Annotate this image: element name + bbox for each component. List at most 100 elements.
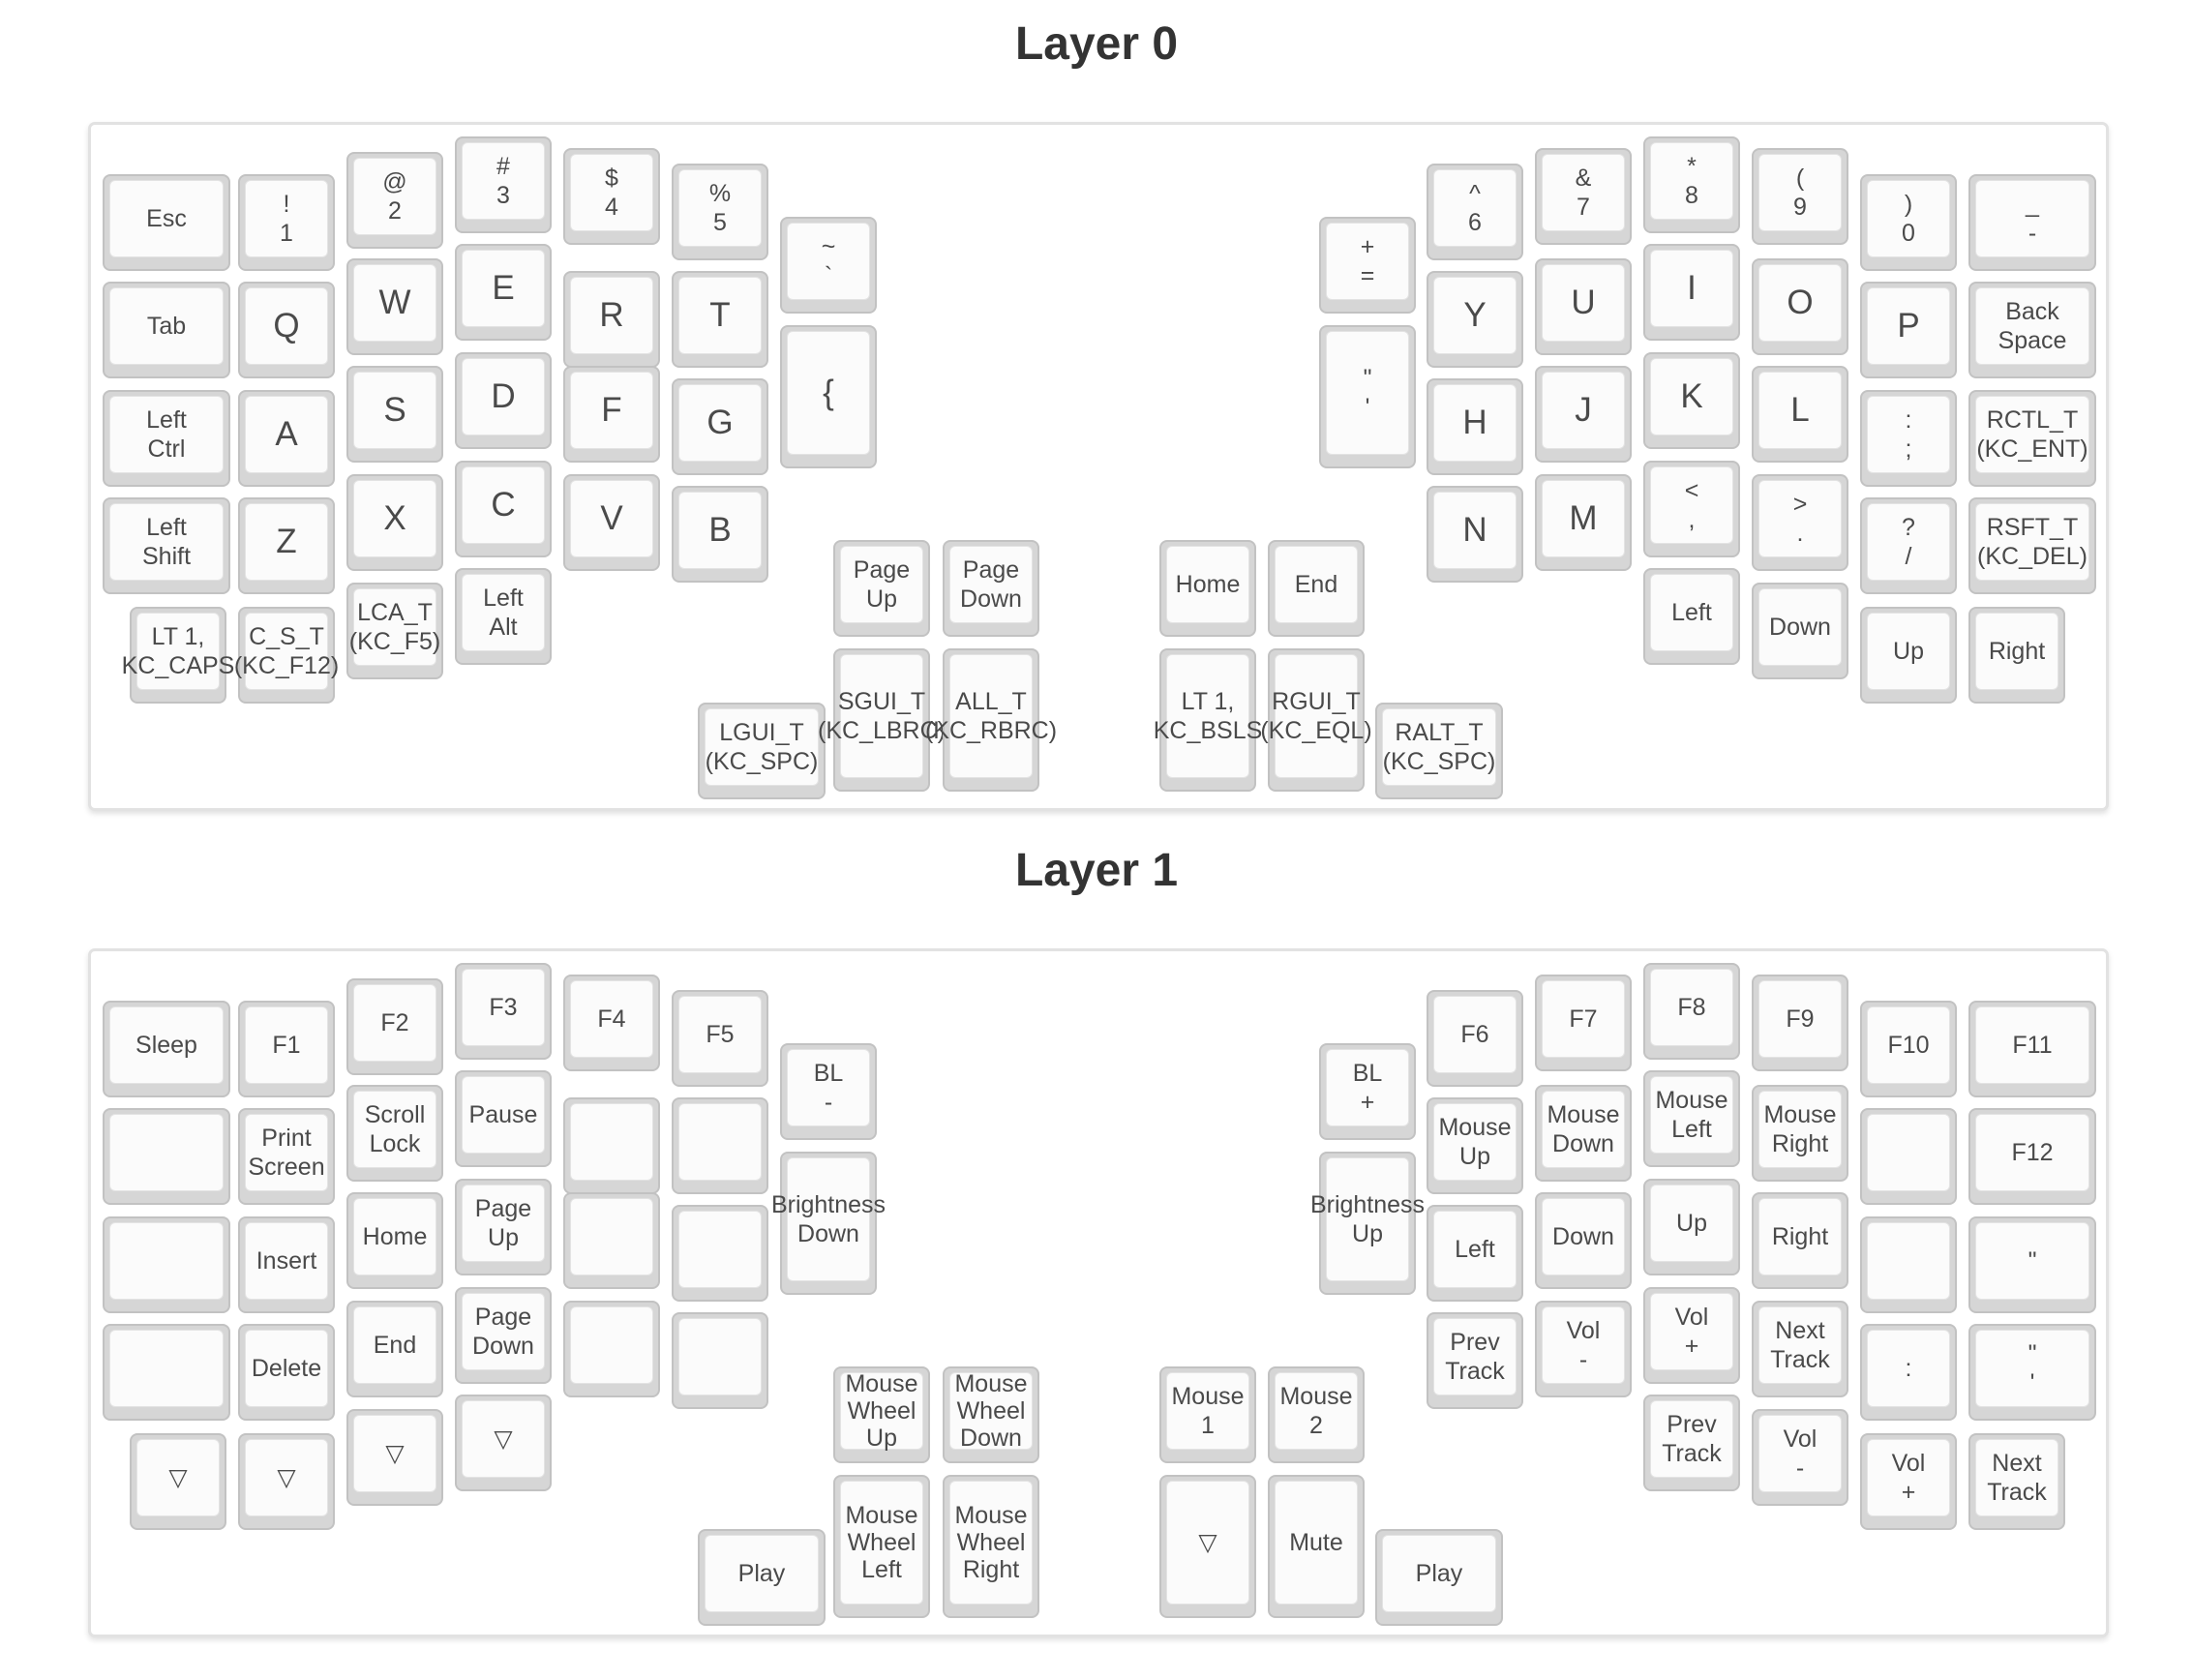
- key: (9: [1752, 148, 1848, 245]
- key-label: End: [1294, 571, 1338, 598]
- keycap: [570, 1198, 653, 1275]
- key: Mouse Wheel Left: [833, 1475, 930, 1618]
- key: Mouse Left: [1643, 1070, 1740, 1167]
- key: B: [672, 486, 768, 583]
- keycap: D: [462, 358, 545, 435]
- keycap: ) 0: [1867, 180, 1950, 257]
- key: <,: [1643, 461, 1740, 557]
- keycap: ALL_T (KC_RBRC): [925, 654, 1057, 778]
- keycap: [678, 1318, 762, 1395]
- key-label: Home: [1175, 571, 1241, 598]
- key-label: J: [1575, 391, 1592, 429]
- keycap: Home: [353, 1198, 436, 1275]
- key: [672, 1097, 768, 1194]
- key-label: +: [1360, 233, 1375, 260]
- key: G: [672, 378, 768, 475]
- key-label: -: [824, 1089, 833, 1116]
- key: [672, 1205, 768, 1302]
- keycap: Mute: [1275, 1481, 1358, 1605]
- key: Home: [1159, 540, 1256, 637]
- key-label: Left: [146, 406, 187, 434]
- key-label: ): [1904, 191, 1913, 218]
- key-label: Up: [1676, 1210, 1707, 1237]
- key: RSFT_T (KC_DEL): [1968, 497, 2096, 594]
- key-label: Brightness: [1309, 1191, 1426, 1218]
- key-label: ": [2028, 1340, 2037, 1367]
- key: Vol +: [1643, 1287, 1740, 1384]
- key-label: D: [491, 377, 516, 415]
- key: Print Screen: [238, 1108, 335, 1205]
- key: Play: [698, 1529, 826, 1626]
- key-label: U: [1571, 284, 1596, 321]
- key: LT 1, KC_CAPS: [122, 607, 234, 704]
- key-label: V: [600, 499, 623, 537]
- keycap: H: [1433, 384, 1517, 462]
- key-label: F7: [1569, 1005, 1598, 1033]
- key: Back Space: [1968, 282, 2096, 378]
- key: Q: [238, 282, 335, 378]
- key-label: Mouse: [845, 1370, 918, 1397]
- keycap: F10: [1867, 1006, 1950, 1084]
- keycap: [678, 1103, 762, 1181]
- key: " ': [1319, 325, 1416, 468]
- keycap: T: [678, 277, 762, 354]
- keycap: :: [1867, 1330, 1950, 1407]
- key-label: C_S_T: [249, 623, 324, 650]
- key: F12: [1968, 1108, 2096, 1205]
- key-label: :: [1905, 406, 1912, 434]
- key: Left: [1643, 568, 1740, 665]
- keycap: End: [353, 1306, 436, 1384]
- key-label: Pause: [468, 1101, 538, 1128]
- keycap: F11: [1975, 1006, 2089, 1084]
- key-label: RCTL_T: [1986, 406, 2079, 434]
- key: BL -: [780, 1043, 877, 1140]
- key: LT 1, KC_BSLS: [1154, 648, 1262, 792]
- keycap: Down: [1758, 588, 1842, 666]
- keycap: LT 1, KC_BSLS: [1154, 654, 1262, 778]
- key-label: 8: [1685, 182, 1698, 209]
- key-label: +: [1360, 1089, 1375, 1116]
- key-label: (KC_DEL): [1977, 543, 2088, 570]
- key: Brightness Up: [1310, 1152, 1425, 1295]
- key-label: Mouse: [845, 1502, 918, 1529]
- key-label: Left: [1671, 1116, 1712, 1143]
- keyboard-layer-1: Sleep F1 F2 F3 F4 F5 BL - Print Screen Scroll Lock P…: [88, 948, 2109, 1637]
- keycap: Mouse 1: [1166, 1372, 1249, 1450]
- keycap: J: [1542, 372, 1625, 449]
- keycap: End: [1275, 546, 1358, 623]
- key-label: Page: [962, 556, 1020, 584]
- key-label: ▽: [168, 1464, 188, 1491]
- keycap: V: [570, 480, 653, 557]
- key: Insert: [238, 1216, 335, 1313]
- key-label: (KC_RBRC): [924, 717, 1058, 744]
- key: RALT_T (KC_SPC): [1375, 703, 1503, 799]
- key: Left: [1427, 1205, 1523, 1302]
- key-label: @: [382, 168, 407, 195]
- key-label: X: [383, 499, 406, 537]
- key-label: Vol: [1566, 1317, 1601, 1344]
- key: [672, 1312, 768, 1409]
- key: F6: [1427, 990, 1523, 1087]
- key-label: 3: [496, 182, 510, 209]
- keycap: Down: [1542, 1198, 1625, 1275]
- key-label: 6: [1468, 209, 1482, 236]
- key: F9: [1752, 975, 1848, 1071]
- keycap: #3: [462, 142, 545, 220]
- keycap: Prev Track: [1650, 1400, 1733, 1478]
- key: Down: [1535, 1192, 1632, 1289]
- key-label: 0: [1902, 220, 1915, 247]
- key: ? /: [1860, 497, 1957, 594]
- keycap: Play: [1382, 1535, 1496, 1612]
- keycap: R: [570, 277, 653, 354]
- key-label: (KC_F5): [348, 628, 441, 655]
- key-label: Mute: [1289, 1529, 1343, 1556]
- key: Mouse Wheel Up: [833, 1366, 930, 1463]
- keycap: ~ `: [787, 223, 870, 300]
- key-label: B: [708, 511, 732, 549]
- keycap: RGUI_T (KC_EQL): [1260, 654, 1372, 778]
- key-label: ^: [1469, 180, 1481, 207]
- keycap: Next Track: [1758, 1306, 1842, 1384]
- key-label: Play: [737, 1560, 786, 1587]
- key-label: O: [1787, 284, 1814, 321]
- keycap: Brightness Down: [771, 1157, 886, 1281]
